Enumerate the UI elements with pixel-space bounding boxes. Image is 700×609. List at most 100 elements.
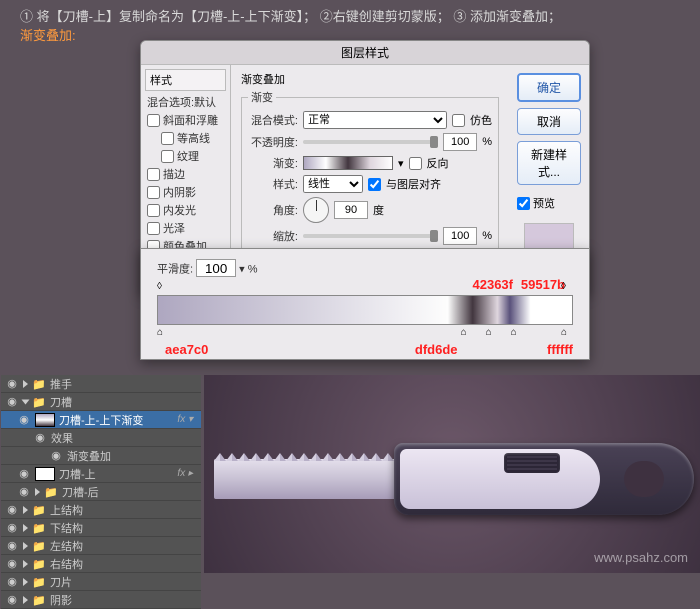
visibility-icon[interactable]: ◉ — [49, 449, 63, 463]
angle-input[interactable] — [334, 201, 368, 219]
layer-row[interactable]: ◉📁刀片 — [1, 573, 201, 591]
visibility-icon[interactable]: ◉ — [5, 503, 19, 517]
opacity-input[interactable] — [443, 133, 477, 151]
expand-icon[interactable] — [23, 560, 28, 568]
blend-default[interactable]: 混合选项:默认 — [145, 93, 226, 111]
layer-row[interactable]: ◉📁上结构 — [1, 501, 201, 519]
opacity-label: 不透明度: — [248, 134, 298, 150]
stop-label-2: 42363f — [473, 277, 513, 292]
expand-icon[interactable] — [23, 542, 28, 550]
style-stroke[interactable]: 描边 — [145, 165, 226, 183]
visibility-icon[interactable]: ◉ — [17, 485, 31, 499]
knife-grip — [504, 453, 560, 473]
visibility-icon[interactable]: ◉ — [5, 395, 19, 409]
style-satin[interactable]: 光泽 — [145, 219, 226, 237]
visibility-icon[interactable]: ◉ — [5, 575, 19, 589]
folder-icon: 📁 — [32, 558, 46, 570]
style-satin-check[interactable] — [147, 222, 160, 235]
visibility-icon[interactable]: ◉ — [5, 539, 19, 553]
style-bevel-check[interactable] — [147, 114, 160, 127]
knife-illustration — [214, 433, 694, 523]
expand-icon[interactable] — [23, 578, 28, 586]
folder-icon: 📁 — [44, 486, 58, 498]
stop-label-3: 59517b — [521, 277, 565, 292]
fx-badge[interactable]: fx ▸ — [177, 468, 197, 479]
style-inner-shadow-check[interactable] — [147, 186, 160, 199]
gradient-preview[interactable] — [303, 156, 393, 170]
stop-label-1: aea7c0 — [165, 342, 208, 357]
style-inner-glow-check[interactable] — [147, 204, 160, 217]
styles-header[interactable]: 样式 — [145, 69, 226, 91]
layer-row[interactable]: ◉📁推手 — [1, 375, 201, 393]
angle-dial[interactable] — [303, 197, 329, 223]
layer-row[interactable]: ◉📁刀槽-后 — [1, 483, 201, 501]
visibility-icon[interactable]: ◉ — [5, 521, 19, 535]
style-texture[interactable]: 纹理 — [145, 147, 226, 165]
align-label: 与图层对齐 — [386, 176, 441, 192]
align-check[interactable] — [368, 178, 381, 191]
expand-icon[interactable] — [35, 488, 40, 496]
knife-blade — [214, 459, 414, 499]
expand-icon[interactable] — [22, 399, 30, 404]
watermark: www.psahz.com — [594, 550, 688, 565]
fx-badge[interactable]: fx ▾ — [177, 414, 197, 425]
style-type-select[interactable]: 线性 — [303, 175, 363, 193]
folder-icon: 📁 — [32, 396, 46, 408]
style-texture-check[interactable] — [161, 150, 174, 163]
smoothness-input[interactable] — [196, 259, 236, 277]
expand-icon[interactable] — [23, 524, 28, 532]
layer-row-selected[interactable]: ◉刀槽-上-上下渐变fx ▾ — [1, 411, 201, 429]
new-style-button[interactable]: 新建样式... — [517, 141, 581, 185]
gradient-bar[interactable] — [157, 295, 573, 325]
ok-button[interactable]: 确定 — [517, 73, 581, 102]
opacity-stop-right[interactable]: ◊ — [561, 281, 573, 295]
style-inner-shadow[interactable]: 内阴影 — [145, 183, 226, 201]
layer-row[interactable]: ◉刀槽-上fx ▸ — [1, 465, 201, 483]
expand-icon[interactable] — [23, 380, 28, 388]
color-stop-5[interactable]: ⌂ — [561, 327, 573, 341]
style-stroke-check[interactable] — [147, 168, 160, 181]
folder-icon: 📁 — [32, 540, 46, 552]
scale-input[interactable] — [443, 227, 477, 245]
visibility-icon[interactable]: ◉ — [33, 431, 47, 445]
layer-row[interactable]: ◉📁下结构 — [1, 519, 201, 537]
layer-thumb — [35, 467, 55, 481]
layer-fx-row[interactable]: ◉效果 — [1, 429, 201, 447]
layer-row[interactable]: ◉📁左结构 — [1, 537, 201, 555]
blend-mode-select[interactable]: 正常 — [303, 111, 447, 129]
style-inner-glow[interactable]: 内发光 — [145, 201, 226, 219]
style-contour[interactable]: 等高线 — [145, 129, 226, 147]
stop-label-5: ffffff — [547, 342, 573, 357]
opacity-slider[interactable] — [303, 140, 438, 144]
gradient-dropdown-icon[interactable]: ▾ — [398, 157, 404, 170]
layer-fx-row[interactable]: ◉渐变叠加 — [1, 447, 201, 465]
opacity-stop-left[interactable]: ◊ — [157, 281, 169, 295]
preview-label: 预览 — [533, 195, 555, 211]
dither-check[interactable] — [452, 114, 465, 127]
visibility-icon[interactable]: ◉ — [5, 377, 19, 391]
layer-row[interactable]: ◉📁刀槽 — [1, 393, 201, 411]
expand-icon[interactable] — [23, 506, 28, 514]
visibility-icon[interactable]: ◉ — [17, 413, 31, 427]
visibility-icon[interactable]: ◉ — [5, 593, 19, 607]
color-stop-2[interactable]: ⌂ — [461, 327, 473, 341]
visibility-icon[interactable]: ◉ — [17, 467, 31, 481]
reverse-check[interactable] — [409, 157, 422, 170]
layer-row[interactable]: ◉📁右结构 — [1, 555, 201, 573]
preview-check[interactable] — [517, 197, 530, 210]
folder-icon: 📁 — [32, 504, 46, 516]
visibility-icon[interactable]: ◉ — [5, 557, 19, 571]
color-stop-1[interactable]: ⌂ — [157, 327, 169, 341]
expand-icon[interactable] — [23, 596, 28, 604]
folder-icon: 📁 — [32, 594, 46, 606]
folder-icon: 📁 — [32, 522, 46, 534]
color-stop-4[interactable]: ⌂ — [511, 327, 523, 341]
scale-slider[interactable] — [303, 234, 438, 238]
cancel-button[interactable]: 取消 — [517, 108, 581, 135]
color-stop-3[interactable]: ⌂ — [486, 327, 498, 341]
gradient-editor: 平滑度: ▾ % 42363f 59517b ◊ ◊ ⌂ ⌂ ⌂ ⌂ ⌂ aea… — [140, 248, 590, 360]
layer-row[interactable]: ◉📁阴影 — [1, 591, 201, 609]
section-title: 渐变叠加 — [241, 71, 499, 87]
style-contour-check[interactable] — [161, 132, 174, 145]
style-bevel[interactable]: 斜面和浮雕 — [145, 111, 226, 129]
